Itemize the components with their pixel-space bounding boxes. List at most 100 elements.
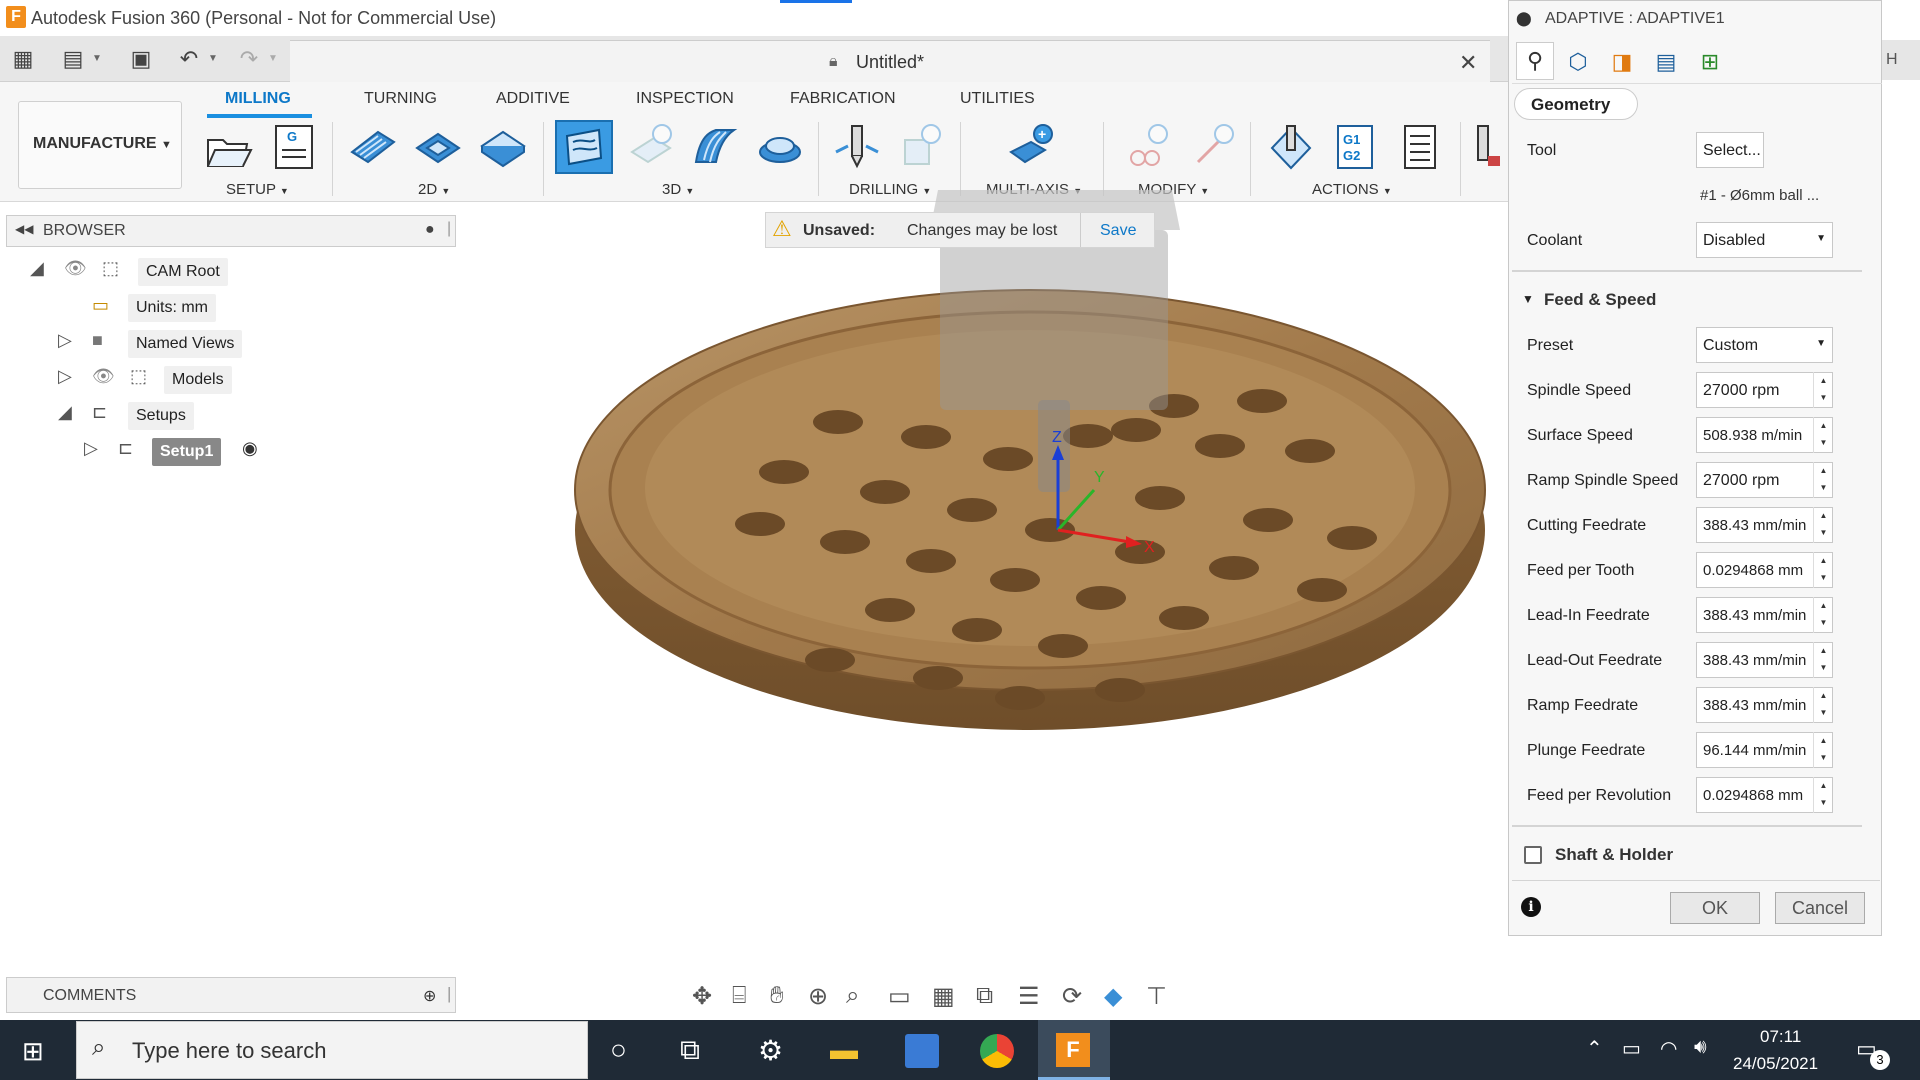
tree-item-named-views[interactable]: Named Views bbox=[128, 330, 243, 358]
redo-dropdown-icon[interactable]: ▼ bbox=[268, 53, 278, 64]
post-process-icon[interactable]: G1 G2 bbox=[1330, 122, 1380, 172]
look-at-icon[interactable]: ⌸ bbox=[732, 982, 746, 1010]
tool-tab-icon[interactable]: ⚲ bbox=[1516, 42, 1554, 80]
spinner-icon[interactable]: ▲ ▼ bbox=[1813, 777, 1833, 813]
expand-named-views-icon[interactable]: ▷ bbox=[58, 330, 72, 351]
2d-pocket-icon[interactable] bbox=[413, 122, 463, 172]
tree-item-setups[interactable]: Setups bbox=[128, 402, 194, 430]
tree-item-cam-root[interactable]: CAM Root bbox=[138, 258, 228, 286]
spinner-icon[interactable]: ▲ ▼ bbox=[1813, 552, 1833, 588]
tab-turning[interactable]: TURNING bbox=[364, 90, 437, 108]
scallop-icon[interactable] bbox=[755, 122, 805, 172]
windows-start-icon[interactable]: ⊞ bbox=[22, 1036, 44, 1067]
viewports-icon[interactable]: ⧉ bbox=[976, 982, 993, 1010]
expand-cam-root-icon[interactable]: ◢ bbox=[30, 258, 44, 279]
feed-speed-heading[interactable]: Feed & Speed bbox=[1544, 290, 1656, 310]
simulate-icon[interactable] bbox=[1266, 122, 1316, 172]
spinner-icon[interactable]: ▲ ▼ bbox=[1813, 372, 1833, 408]
geometry-section-tab[interactable]: Geometry bbox=[1514, 88, 1638, 120]
browser-header[interactable]: ◀◀ BROWSER ● | bbox=[6, 215, 456, 247]
expand-models-icon[interactable]: ▷ bbox=[58, 366, 72, 387]
tree-item-setup1[interactable]: Setup1 bbox=[152, 438, 222, 466]
nc-program-icon[interactable]: G bbox=[268, 122, 318, 172]
spinner-icon[interactable]: ▲ ▼ bbox=[1813, 417, 1833, 453]
stock-icon[interactable]: ◆ bbox=[1104, 982, 1122, 1011]
task-view-icon[interactable]: ⧉ bbox=[680, 1034, 700, 1067]
undo-icon[interactable]: ↶ bbox=[176, 46, 202, 72]
linking-tab-icon[interactable]: ⊞ bbox=[1692, 44, 1728, 80]
chevron-up-icon[interactable]: ⌃ bbox=[1586, 1036, 1603, 1061]
geometry-tab-icon[interactable]: ⬡ bbox=[1560, 44, 1596, 80]
spinner-icon[interactable]: ▲ ▼ bbox=[1813, 597, 1833, 633]
tab-additive[interactable]: ADDITIVE bbox=[496, 90, 570, 108]
file-dropdown-icon[interactable]: ▼ bbox=[92, 53, 102, 64]
spinner-icon[interactable]: ▲ ▼ bbox=[1813, 462, 1833, 498]
expand-setups-icon[interactable]: ◢ bbox=[58, 402, 72, 423]
workspace-switcher[interactable]: MANUFACTURE ▼ bbox=[18, 101, 182, 189]
comments-panel[interactable]: COMMENTS ⊕ | bbox=[6, 977, 456, 1013]
cancel-button[interactable]: Cancel bbox=[1775, 892, 1865, 924]
pan-hand-icon[interactable]: ✋︎ bbox=[770, 982, 784, 1010]
tree-item-units[interactable]: Units: mm bbox=[128, 294, 216, 322]
tab-inspection[interactable]: INSPECTION bbox=[636, 90, 734, 108]
manage-tool-icon[interactable] bbox=[1474, 122, 1504, 172]
undo-dropdown-icon[interactable]: ▼ bbox=[208, 53, 218, 64]
face-icon[interactable] bbox=[478, 122, 528, 172]
group-2d[interactable]: 2D ▼ bbox=[418, 181, 450, 198]
tab-fabrication[interactable]: FABRICATION bbox=[790, 90, 896, 108]
visibility-eye-icon[interactable]: 👁︎ bbox=[64, 258, 87, 279]
passes-tab-icon[interactable]: ▤ bbox=[1648, 44, 1684, 80]
parallel-icon[interactable] bbox=[690, 122, 740, 172]
shaft-holder-checkbox[interactable] bbox=[1524, 846, 1542, 864]
visibility-eye-icon[interactable]: 👁︎ bbox=[92, 366, 115, 387]
clock-time[interactable]: 07:11 bbox=[1760, 1027, 1801, 1047]
multi-axis-icon[interactable]: + bbox=[1005, 122, 1055, 172]
clock-date[interactable]: 24/05/2021 bbox=[1733, 1054, 1818, 1074]
volume-icon[interactable]: 🔊︎ bbox=[1694, 1036, 1707, 1059]
tool-select-button[interactable]: Select... bbox=[1696, 132, 1764, 168]
battery-icon[interactable]: ▭ bbox=[1622, 1036, 1641, 1061]
comments-grip-icon[interactable]: | bbox=[447, 984, 451, 1004]
orbit-icon[interactable]: ✥ bbox=[692, 982, 712, 1011]
wifi-icon[interactable]: ◠ bbox=[1660, 1036, 1677, 1061]
pocket-clearing-icon[interactable] bbox=[626, 122, 676, 172]
ok-button[interactable]: OK bbox=[1670, 892, 1760, 924]
tool-display-icon[interactable]: ⊤ bbox=[1146, 982, 1167, 1011]
thread-icon[interactable] bbox=[895, 122, 945, 172]
fit-icon[interactable]: ⌕ bbox=[846, 982, 859, 1010]
dialog-collapse-icon[interactable]: ⬤ bbox=[1516, 10, 1532, 27]
collapse-feed-icon[interactable]: ▼ bbox=[1522, 292, 1534, 306]
expand-setup1-icon[interactable]: ▷ bbox=[84, 438, 98, 459]
file-icon[interactable]: ▤ bbox=[60, 46, 86, 72]
new-setup-icon[interactable] bbox=[203, 122, 253, 172]
section-icon[interactable]: ☰ bbox=[1018, 982, 1040, 1011]
modify-cut-icon[interactable] bbox=[1122, 122, 1172, 172]
winrar-icon[interactable] bbox=[905, 1034, 939, 1068]
add-comment-icon[interactable]: ⊕ bbox=[423, 986, 436, 1006]
close-tab-icon[interactable]: ✕ bbox=[1459, 50, 1477, 76]
setup-sheet-icon[interactable] bbox=[1395, 122, 1445, 172]
group-setup[interactable]: SETUP ▼ bbox=[226, 181, 289, 198]
tab-utilities[interactable]: UTILITIES bbox=[960, 90, 1035, 108]
active-setup-radio-icon[interactable]: ◉ bbox=[242, 438, 258, 459]
zoom-icon[interactable]: ⊕ bbox=[808, 982, 828, 1011]
heights-tab-icon[interactable]: ◨ bbox=[1604, 44, 1640, 80]
tab-milling[interactable]: MILLING bbox=[225, 90, 291, 108]
preset-select[interactable]: Custom ▼ bbox=[1696, 327, 1833, 363]
save-icon[interactable]: ▣ bbox=[128, 46, 154, 72]
spinner-icon[interactable]: ▲ ▼ bbox=[1813, 507, 1833, 543]
save-link[interactable]: Save bbox=[1100, 222, 1136, 240]
redo-icon[interactable]: ↷ bbox=[236, 46, 262, 72]
info-icon[interactable]: i bbox=[1521, 897, 1541, 917]
spinner-icon[interactable]: ▲ ▼ bbox=[1813, 687, 1833, 723]
spinner-icon[interactable]: ▲ ▼ bbox=[1813, 732, 1833, 768]
browser-minus-icon[interactable]: ● bbox=[425, 221, 435, 239]
spinner-icon[interactable]: ▲ ▼ bbox=[1813, 642, 1833, 678]
display-settings-icon[interactable]: ▭ bbox=[888, 982, 911, 1011]
browser-grip-icon[interactable]: | bbox=[447, 220, 451, 238]
grid-icon[interactable]: ▦ bbox=[932, 982, 955, 1011]
chrome-icon[interactable] bbox=[980, 1034, 1014, 1068]
settings-gear-icon[interactable]: ⚙ bbox=[758, 1034, 783, 1067]
refresh-icon[interactable]: ⟳ bbox=[1062, 982, 1082, 1011]
2d-adaptive-icon[interactable] bbox=[348, 122, 398, 172]
